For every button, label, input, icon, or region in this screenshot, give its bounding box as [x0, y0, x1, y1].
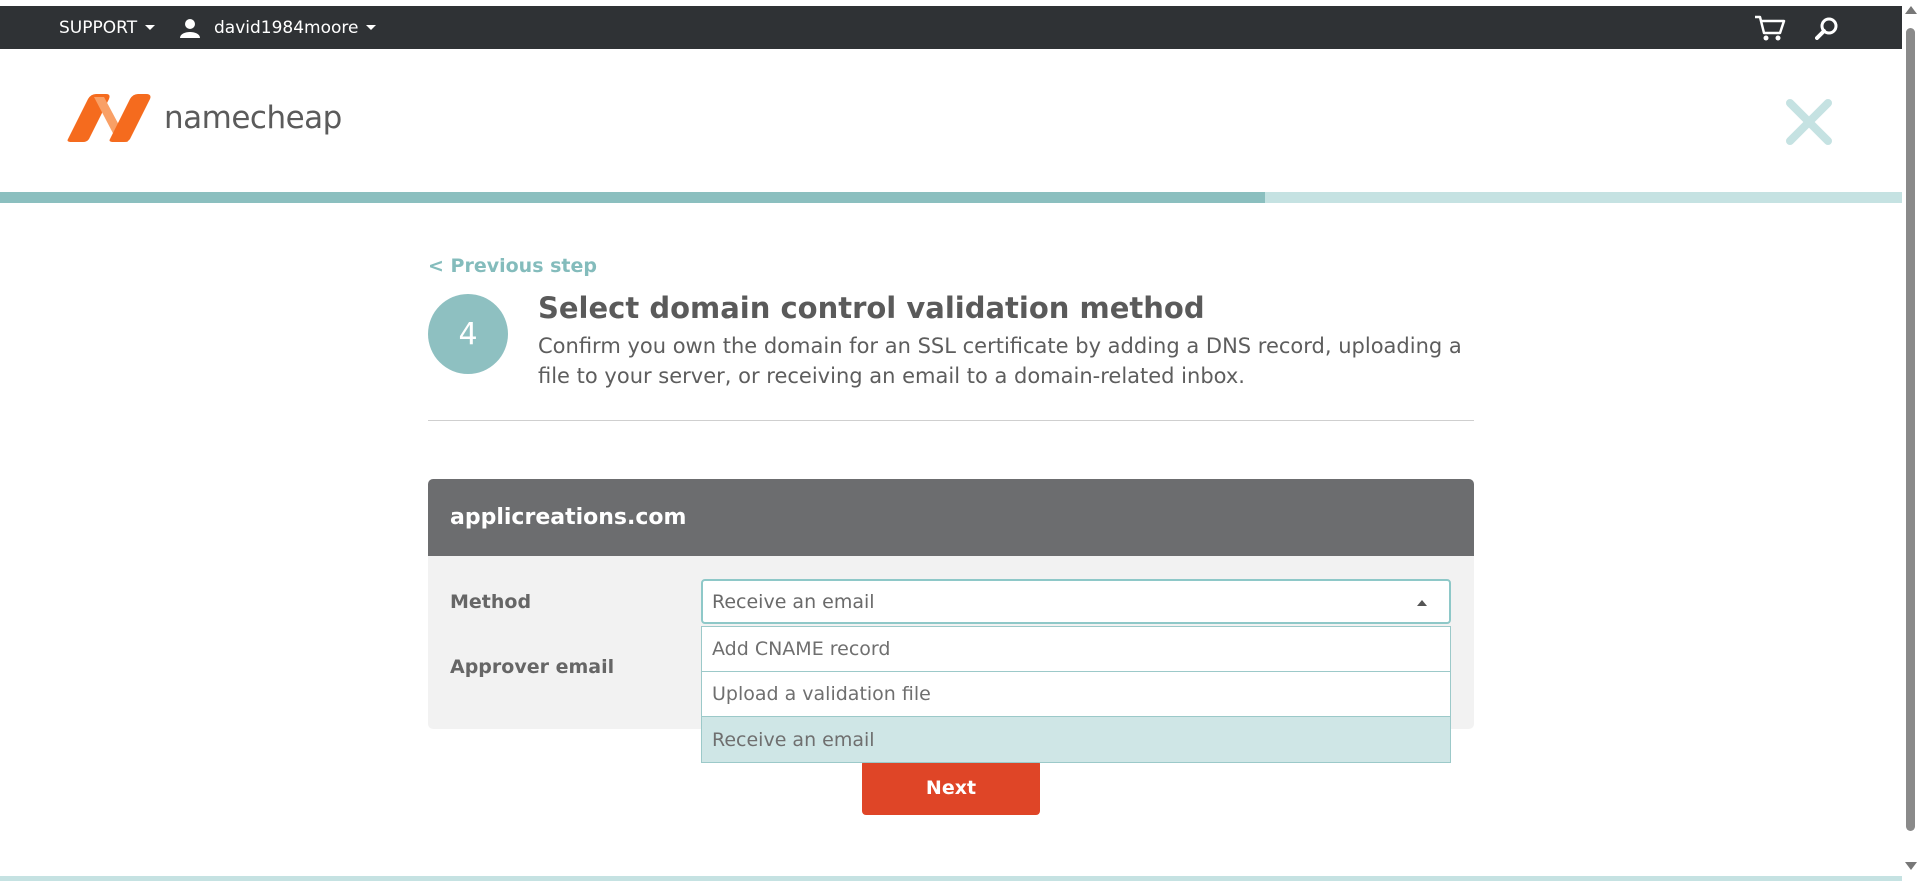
section-divider	[428, 420, 1474, 421]
step-description: Confirm you own the domain for an SSL ce…	[538, 334, 1462, 388]
progress-bar	[0, 192, 1902, 203]
logo-wordmark: namecheap	[164, 100, 342, 136]
support-label: SUPPORT	[59, 17, 138, 38]
previous-step-link[interactable]: < Previous step	[428, 255, 597, 277]
scroll-up-arrow-icon[interactable]	[1905, 6, 1917, 14]
step-title: Select domain control validation method	[538, 291, 1205, 325]
approver-email-label: Approver email	[450, 656, 615, 678]
step-content: < Previous step 4 Select domain control …	[428, 255, 1474, 391]
option-receive-email[interactable]: Receive an email	[702, 717, 1450, 762]
vertical-scrollbar[interactable]	[1902, 0, 1919, 881]
top-navigation-bar: SUPPORT david1984moore	[0, 6, 1902, 49]
namecheap-logo-mark	[67, 94, 151, 142]
scrollbar-thumb[interactable]	[1906, 28, 1915, 831]
close-icon[interactable]	[1784, 97, 1834, 147]
footer-strip	[0, 876, 1902, 881]
method-label: Method	[450, 591, 532, 613]
method-select-value: Receive an email	[712, 590, 875, 613]
chevron-down-icon	[145, 25, 156, 30]
next-button[interactable]: Next	[862, 760, 1040, 815]
chevron-down-icon	[366, 25, 377, 30]
chevron-up-icon	[1417, 600, 1427, 606]
user-icon	[180, 18, 200, 38]
domain-header: applicreations.com	[428, 479, 1474, 556]
method-dropdown-list: Add CNAME record Upload a validation fil…	[701, 626, 1451, 763]
method-select[interactable]: Receive an email	[701, 579, 1451, 624]
search-icon[interactable]	[1815, 6, 1839, 49]
account-menu[interactable]: david1984moore	[180, 6, 377, 49]
cart-icon[interactable]	[1754, 6, 1786, 49]
option-add-cname-record[interactable]: Add CNAME record	[702, 627, 1450, 672]
support-menu[interactable]: SUPPORT	[59, 6, 156, 49]
progress-bar-fill	[0, 192, 1265, 203]
username-label: david1984moore	[214, 17, 359, 38]
option-upload-validation-file[interactable]: Upload a validation file	[702, 672, 1450, 717]
scroll-down-arrow-icon[interactable]	[1905, 862, 1917, 870]
step-number-badge: 4	[428, 294, 508, 374]
namecheap-logo[interactable]: namecheap	[66, 93, 342, 143]
step-header: 4 Select domain control validation metho…	[428, 291, 1474, 391]
site-header: namecheap	[0, 49, 1902, 192]
